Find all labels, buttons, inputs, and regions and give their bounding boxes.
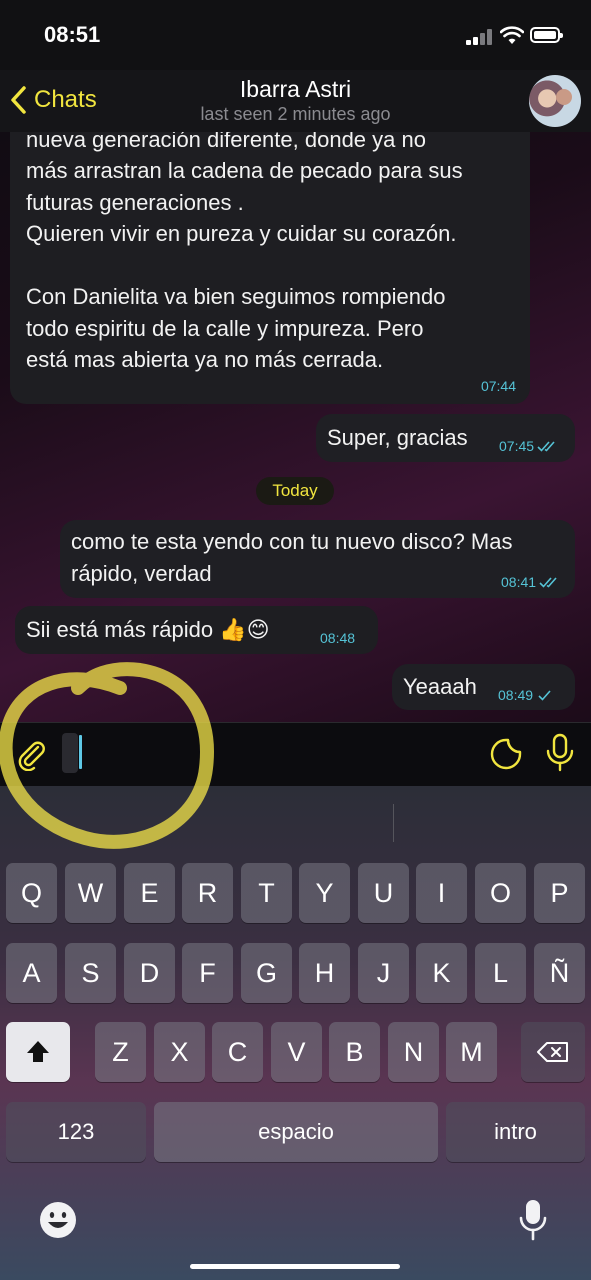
message-time: 08:41	[501, 574, 561, 590]
status-bar: 08:51	[0, 0, 591, 70]
message-text: Yeaaah	[403, 674, 477, 699]
home-indicator	[190, 1264, 400, 1269]
key-m[interactable]: M	[446, 1022, 497, 1082]
key-o[interactable]: O	[475, 863, 526, 923]
key-u[interactable]: U	[358, 863, 409, 923]
message-bubble-incoming[interactable]: tocó lo que predicaste, quieran ser una …	[10, 132, 530, 404]
double-check-icon	[537, 441, 555, 452]
message-list[interactable]: tocó lo que predicaste, quieran ser una …	[0, 132, 591, 722]
back-label: Chats	[34, 86, 97, 113]
message-time: 08:48	[320, 630, 356, 646]
message-bubble-outgoing[interactable]: como te esta yendo con tu nuevo disco? M…	[60, 520, 575, 598]
key-n-tilde[interactable]: Ñ	[534, 943, 585, 1003]
message-bubble-outgoing[interactable]: Yeaaah 08:49	[392, 664, 575, 710]
key-x[interactable]: X	[154, 1022, 205, 1082]
key-r[interactable]: R	[182, 863, 233, 923]
date-separator: Today	[256, 477, 334, 505]
key-e[interactable]: E	[124, 863, 175, 923]
chevron-left-icon	[11, 86, 26, 114]
key-t[interactable]: T	[241, 863, 292, 923]
shift-icon	[27, 1041, 49, 1062]
shift-key[interactable]	[6, 1022, 70, 1082]
key-q[interactable]: Q	[6, 863, 57, 923]
emoji-icon[interactable]	[38, 1200, 78, 1240]
key-l[interactable]: L	[475, 943, 526, 1003]
key-y[interactable]: Y	[299, 863, 350, 923]
message-text: tocó lo que predicaste, quieran ser una …	[26, 132, 463, 372]
key-s[interactable]: S	[65, 943, 116, 1003]
message-time: 07:45	[499, 438, 559, 454]
key-k[interactable]: K	[416, 943, 467, 1003]
check-icon	[538, 690, 551, 701]
keyboard: Q W E R T Y U I O P A S D F G H J K L Ñ …	[0, 786, 591, 1280]
key-b[interactable]: B	[329, 1022, 380, 1082]
avatar[interactable]	[529, 75, 581, 127]
key-d[interactable]: D	[124, 943, 175, 1003]
key-j[interactable]: J	[358, 943, 409, 1003]
key-c[interactable]: C	[212, 1022, 263, 1082]
sticker-icon[interactable]	[489, 737, 523, 771]
message-bubble-outgoing[interactable]: Super, gracias 07:45	[316, 414, 575, 462]
wifi-icon	[500, 26, 524, 44]
key-h[interactable]: H	[299, 943, 350, 1003]
key-z[interactable]: Z	[95, 1022, 146, 1082]
suggestion-divider	[393, 804, 394, 842]
message-text: como te esta yendo con tu nuevo disco? M…	[71, 529, 513, 586]
key-a[interactable]: A	[6, 943, 57, 1003]
message-time: 07:44	[480, 378, 516, 394]
numbers-key[interactable]: 123	[6, 1102, 146, 1162]
double-check-icon	[539, 577, 557, 588]
battery-icon	[530, 27, 563, 43]
backspace-icon	[537, 1042, 568, 1062]
back-button[interactable]: Chats	[8, 84, 97, 116]
dictation-mic-icon[interactable]	[518, 1198, 548, 1242]
message-text: Super, gracias	[327, 425, 468, 450]
message-text: Sii está más rápido 👍😊	[26, 617, 270, 642]
delete-key[interactable]	[521, 1022, 585, 1082]
status-time: 08:51	[44, 22, 101, 47]
key-v[interactable]: V	[271, 1022, 322, 1082]
highlight-circle-annotation	[0, 662, 214, 849]
key-g[interactable]: G	[241, 943, 292, 1003]
space-key[interactable]: espacio	[154, 1102, 438, 1162]
microphone-icon[interactable]	[544, 733, 576, 773]
key-n[interactable]: N	[388, 1022, 439, 1082]
key-f[interactable]: F	[182, 943, 233, 1003]
chat-header: Ibarra Astri last seen 2 minutes ago Cha…	[0, 70, 591, 132]
key-p[interactable]: P	[534, 863, 585, 923]
cellular-signal-icon	[466, 29, 492, 45]
key-w[interactable]: W	[65, 863, 116, 923]
message-time: 08:49	[498, 687, 558, 703]
message-bubble-incoming[interactable]: Sii está más rápido 👍😊 08:48	[15, 606, 378, 654]
return-key[interactable]: intro	[446, 1102, 585, 1162]
key-i[interactable]: I	[416, 863, 467, 923]
